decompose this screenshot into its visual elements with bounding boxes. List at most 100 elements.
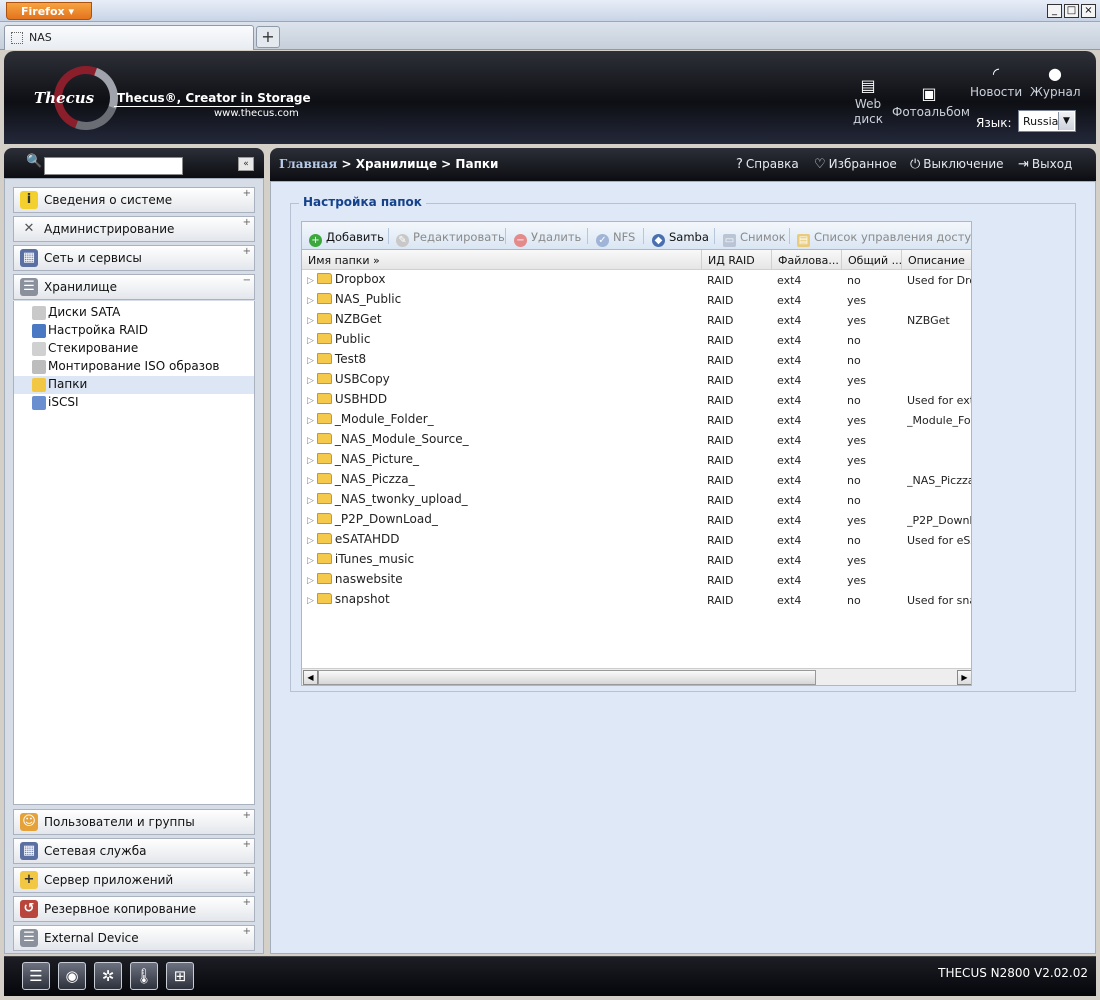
table-row[interactable]: ▷ Public RAID ext4 no: [302, 330, 971, 350]
filesystem-cell: ext4: [777, 414, 802, 427]
table-row[interactable]: ▷ _NAS_Piczza_ RAID ext4 no _NAS_Piczza: [302, 470, 972, 490]
scrollbar-thumb[interactable]: [318, 670, 816, 685]
expand-arrow-icon[interactable]: ▷: [307, 356, 314, 366]
accordion-network-service[interactable]: ▦ Сетевая служба +: [13, 838, 255, 864]
photo-album-label: Фотоальбом: [892, 105, 970, 119]
menu-item-sata-disks[interactable]: Диски SATA: [14, 304, 254, 322]
expand-arrow-icon[interactable]: ▷: [307, 576, 314, 586]
column-description[interactable]: Описание: [902, 250, 971, 270]
description-cell: Used for exte: [907, 394, 971, 407]
iscsi-icon: [32, 396, 46, 410]
table-row[interactable]: ▷ USBHDD RAID ext4 no Used for exte: [302, 390, 971, 410]
shutdown-link[interactable]: ⏻ Выключение: [910, 157, 1004, 172]
browser-tab[interactable]: NAS: [4, 25, 254, 50]
nfs-button[interactable]: ✓ NFS: [596, 230, 635, 247]
expand-arrow-icon[interactable]: ▷: [307, 536, 314, 546]
expand-arrow-icon[interactable]: ▷: [307, 556, 314, 566]
column-public[interactable]: Общий ...: [842, 250, 902, 270]
menu-item-stacking[interactable]: Стекирование: [14, 340, 254, 358]
expand-arrow-icon[interactable]: ▷: [307, 316, 314, 326]
table-row[interactable]: ▷ NZBGet RAID ext4 yes NZBGet: [302, 310, 971, 330]
column-folder-name[interactable]: Имя папки »: [302, 250, 702, 270]
collapse-sidebar-button[interactable]: «: [238, 157, 254, 171]
table-row[interactable]: ▷ _NAS_twonky_upload_ RAID ext4 no: [302, 490, 971, 510]
logout-link[interactable]: ⇥ Выход: [1018, 157, 1072, 172]
scroll-left-icon[interactable]: ◀: [303, 670, 318, 685]
info-icon: i: [20, 191, 38, 209]
breadcrumb-home[interactable]: Главная: [279, 157, 337, 171]
column-raid-id[interactable]: ИД RAID: [702, 250, 772, 270]
search-input[interactable]: [44, 157, 183, 175]
expand-arrow-icon[interactable]: ▷: [307, 376, 314, 386]
table-row[interactable]: ▷ _Module_Folder_ RAID ext4 yes _Module_Folc: [302, 410, 971, 430]
folder-name-cell: ▷ Test8: [307, 352, 697, 366]
description-cell: _NAS_Piczza: [907, 474, 972, 487]
accordion-network-services[interactable]: ▦ Сеть и сервисы +: [13, 245, 255, 271]
expand-arrow-icon[interactable]: ▷: [307, 416, 314, 426]
accordion-users-groups[interactable]: ☺ Пользователи и группы +: [13, 809, 255, 835]
table-row[interactable]: ▷ _NAS_Picture_ RAID ext4 yes: [302, 450, 971, 470]
favorites-link[interactable]: ♡ Избранное: [814, 157, 897, 172]
folder-icon: [316, 433, 332, 444]
expand-arrow-icon[interactable]: ▷: [307, 496, 314, 506]
help-link[interactable]: ? Справка: [736, 157, 799, 172]
table-row[interactable]: ▷ Test8 RAID ext4 no: [302, 350, 971, 370]
accordion-app-server[interactable]: + Сервер приложений +: [13, 867, 255, 893]
table-row[interactable]: ▷ _NAS_Module_Source_ RAID ext4 yes: [302, 430, 971, 450]
photo-album-link[interactable]: ▣ Фотоальбом: [892, 85, 970, 120]
samba-button[interactable]: ◆ Samba: [652, 230, 709, 247]
table-row[interactable]: ▷ naswebsite RAID ext4 yes: [302, 570, 971, 590]
edit-button[interactable]: ✎ Редактировать: [396, 230, 505, 247]
public-cell: yes: [847, 374, 867, 387]
new-tab-button[interactable]: +: [256, 26, 280, 48]
news-link[interactable]: ◜ Новости: [970, 65, 1022, 100]
network-status-icon[interactable]: ⊞: [166, 962, 194, 990]
expand-arrow-icon[interactable]: ▷: [307, 436, 314, 446]
menu-item-iso-mount[interactable]: Монтирование ISO образов: [14, 358, 254, 376]
table-row[interactable]: ▷ _P2P_DownLoad_ RAID ext4 yes _P2P_DownL: [302, 510, 971, 530]
menu-item-folders[interactable]: Папки: [14, 376, 254, 394]
language-select[interactable]: Russia ▼: [1018, 110, 1076, 132]
expand-arrow-icon[interactable]: ▷: [307, 476, 314, 486]
table-row[interactable]: ▷ iTunes_music RAID ext4 yes: [302, 550, 971, 570]
acl-button[interactable]: ▤ Список управления доступом: [797, 230, 971, 247]
web-disk-link[interactable]: ▤ Web диск: [850, 77, 886, 127]
journal-link[interactable]: ● Журнал: [1030, 65, 1081, 100]
menu-item-label: Папки: [48, 377, 88, 391]
scroll-right-icon[interactable]: ▶: [957, 670, 971, 685]
raid-status-icon[interactable]: ☰: [22, 962, 50, 990]
accordion-storage[interactable]: ☰ Хранилище −: [13, 274, 255, 300]
expand-arrow-icon[interactable]: ▷: [307, 456, 314, 466]
add-button[interactable]: + Добавить: [309, 230, 384, 247]
expand-arrow-icon[interactable]: ▷: [307, 516, 314, 526]
disk-status-icon[interactable]: ◉: [58, 962, 86, 990]
expand-arrow-icon[interactable]: ▷: [307, 596, 314, 606]
close-button[interactable]: ×: [1081, 4, 1096, 18]
accordion-backup[interactable]: ↺ Резервное копирование +: [13, 896, 255, 922]
firefox-menu-button[interactable]: Firefox ▾: [6, 2, 92, 20]
accordion-system-info[interactable]: i Сведения о системе +: [13, 187, 255, 213]
snapshot-button[interactable]: ▭ Снимок: [723, 230, 786, 247]
fan-icon[interactable]: ✲: [94, 962, 122, 990]
temperature-icon[interactable]: 🌡: [130, 962, 158, 990]
horizontal-scrollbar[interactable]: ◀ ▶: [302, 668, 971, 685]
column-filesystem[interactable]: Файлова...: [772, 250, 842, 270]
table-row[interactable]: ▷ Dropbox RAID ext4 no Used for Drop: [302, 270, 971, 290]
breadcrumb-storage[interactable]: Хранилище: [356, 157, 437, 171]
delete-button[interactable]: − Удалить: [514, 230, 581, 247]
expand-arrow-icon[interactable]: ▷: [307, 336, 314, 346]
menu-item-raid[interactable]: Настройка RAID: [14, 322, 254, 340]
expand-arrow-icon[interactable]: ▷: [307, 296, 314, 306]
table-row[interactable]: ▷ snapshot RAID ext4 no Used for sna: [302, 590, 971, 610]
menu-item-iscsi[interactable]: iSCSI: [14, 394, 254, 412]
minimize-button[interactable]: _: [1047, 4, 1062, 18]
accordion-administration[interactable]: ✕ Администрирование +: [13, 216, 255, 242]
folder-name: eSATAHDD: [334, 532, 400, 546]
expand-arrow-icon[interactable]: ▷: [307, 276, 314, 286]
table-row[interactable]: ▷ USBCopy RAID ext4 yes: [302, 370, 971, 390]
maximize-button[interactable]: □: [1064, 4, 1079, 18]
accordion-external-device[interactable]: ☰ External Device +: [13, 925, 255, 951]
table-row[interactable]: ▷ NAS_Public RAID ext4 yes: [302, 290, 971, 310]
table-row[interactable]: ▷ eSATAHDD RAID ext4 no Used for eSA: [302, 530, 971, 550]
expand-arrow-icon[interactable]: ▷: [307, 396, 314, 406]
